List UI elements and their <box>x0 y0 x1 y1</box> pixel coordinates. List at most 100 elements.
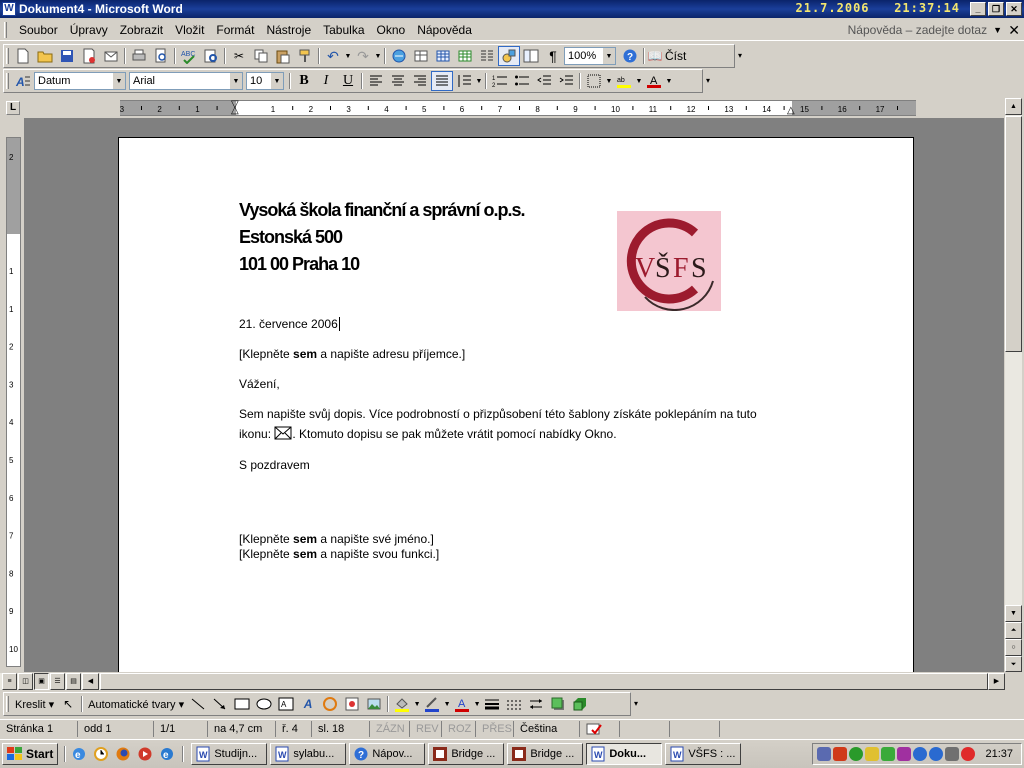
3d-style-icon[interactable] <box>569 694 591 714</box>
recipient-address-placeholder[interactable]: [Klepněte sem a napište adresu příjemce.… <box>239 347 465 361</box>
vertical-ruler[interactable]: 211234567891011 <box>6 137 21 667</box>
task-sylabus[interactable]: Wsylabu... <box>270 743 347 765</box>
columns-icon[interactable] <box>476 46 498 66</box>
zoom-dropdown-icon[interactable]: ▼ <box>603 48 615 64</box>
borders-dropdown-icon[interactable]: ▼ <box>605 78 613 85</box>
oval-icon[interactable] <box>253 694 275 714</box>
task-napoveda[interactable]: ? Nápov... <box>349 743 426 765</box>
toolbar-grip[interactable] <box>6 696 9 712</box>
insert-picture-icon[interactable] <box>363 694 385 714</box>
hanging-indent-marker[interactable]: △ <box>231 106 239 116</box>
cut-icon[interactable]: ✂ <box>228 46 250 66</box>
tray-app-icon[interactable] <box>881 747 895 761</box>
styles-pane-icon[interactable]: A <box>12 71 34 91</box>
status-overtype[interactable]: PŘES <box>476 721 514 737</box>
tray-clock[interactable]: 21:37 <box>985 748 1013 760</box>
read-mode-label[interactable]: Číst <box>665 49 686 63</box>
menu-upravy[interactable]: Úpravy <box>64 23 114 37</box>
document-close-icon[interactable]: ✕ <box>1008 22 1020 39</box>
quicklaunch-firefox-icon[interactable] <box>112 744 134 764</box>
help-icon[interactable]: ? <box>619 46 641 66</box>
diagram-icon[interactable] <box>319 694 341 714</box>
paste-icon[interactable] <box>272 46 294 66</box>
letter-date[interactable]: 21. července 2006 <box>239 317 340 331</box>
start-button[interactable]: Start <box>2 743 59 765</box>
arrow-icon[interactable] <box>209 694 231 714</box>
menu-vlozit[interactable]: Vložit <box>169 23 210 37</box>
save-icon[interactable] <box>56 46 78 66</box>
task-bridge-1[interactable]: Bridge ... <box>428 743 505 765</box>
menu-format[interactable]: Formát <box>210 23 260 37</box>
insert-table-icon[interactable] <box>432 46 454 66</box>
scroll-right-icon[interactable]: ▶ <box>988 673 1005 690</box>
font-color-dropdown-icon[interactable]: ▼ <box>665 78 673 85</box>
status-record-macro[interactable]: ZÁZN <box>370 721 410 737</box>
undo-dropdown-icon[interactable]: ▼ <box>344 53 352 60</box>
email-document-icon[interactable] <box>100 46 122 66</box>
menu-nastroje[interactable]: Nástroje <box>260 23 317 37</box>
shadow-style-icon[interactable] <box>547 694 569 714</box>
body-line-2[interactable]: ikonu: . Ktomuto dopisu se pak můžete vr… <box>239 426 617 441</box>
tray-volume-icon[interactable] <box>945 747 959 761</box>
fill-color-icon[interactable] <box>391 694 413 714</box>
draw-font-color-dropdown-icon[interactable]: ▼ <box>473 701 481 708</box>
status-column[interactable]: sl. 18 <box>312 721 370 737</box>
status-page[interactable]: Stránka 1 <box>0 721 78 737</box>
dash-style-icon[interactable] <box>503 694 525 714</box>
sender-name-placeholder[interactable]: [Klepněte sem a napište své jméno.] <box>239 532 434 546</box>
scroll-left-icon[interactable]: ◀ <box>82 673 99 690</box>
select-objects-icon[interactable]: ↖ <box>57 694 79 714</box>
closing[interactable]: S pozdravem <box>239 458 310 472</box>
horizontal-scroll-thumb[interactable] <box>100 673 988 690</box>
rectangle-icon[interactable] <box>231 694 253 714</box>
sender-function-placeholder[interactable]: [Klepněte sem a napište svou funkci.] <box>239 547 439 561</box>
help-query-box[interactable]: Nápověda – zadejte dotaz ▼ <box>848 23 1002 37</box>
decrease-indent-icon[interactable] <box>533 71 555 91</box>
scroll-up-icon[interactable]: ▲ <box>1005 98 1022 115</box>
style-combo[interactable]: Datum ▼ <box>34 72 126 90</box>
tray-network-icon[interactable] <box>817 747 831 761</box>
format-painter-icon[interactable] <box>294 46 316 66</box>
quicklaunch-clock-icon[interactable] <box>90 744 112 764</box>
numbering-icon[interactable]: 12 <box>489 71 511 91</box>
outline-view-icon[interactable]: ☰ <box>50 673 65 690</box>
previous-page-icon[interactable]: ⏶ <box>1005 622 1022 639</box>
salutation[interactable]: Vážení, <box>239 377 280 391</box>
line-style-icon[interactable] <box>481 694 503 714</box>
fill-color-dropdown-icon[interactable]: ▼ <box>413 701 421 708</box>
align-center-icon[interactable] <box>387 71 409 91</box>
tray-update-icon[interactable] <box>929 747 943 761</box>
status-line[interactable]: ř. 4 <box>276 721 312 737</box>
line-spacing-icon[interactable] <box>453 71 475 91</box>
quicklaunch-ie-icon[interactable]: e <box>68 744 90 764</box>
style-dropdown-icon[interactable]: ▼ <box>113 73 125 89</box>
draw-font-color-icon[interactable]: A <box>451 694 473 714</box>
underline-icon[interactable]: U <box>337 71 359 91</box>
tables-borders-icon[interactable] <box>410 46 432 66</box>
quicklaunch-media-icon[interactable] <box>134 744 156 764</box>
restore-button[interactable]: ❐ <box>988 2 1004 16</box>
line-icon[interactable] <box>187 694 209 714</box>
hyperlink-icon[interactable] <box>388 46 410 66</box>
envelope-icon[interactable] <box>274 426 292 441</box>
word-app-icon[interactable]: W <box>2 2 16 16</box>
right-indent-marker[interactable]: △ <box>787 106 795 116</box>
justify-icon[interactable] <box>431 71 453 91</box>
font-size-combo[interactable]: 10 ▼ <box>246 72 284 90</box>
redo-dropdown-icon[interactable]: ▼ <box>374 53 382 60</box>
font-combo[interactable]: Arial ▼ <box>129 72 243 90</box>
horizontal-scrollbar[interactable]: ≡ ◫ ▣ ☰ ▤ ◀ ▶ <box>0 673 1005 690</box>
spelling-status-icon[interactable] <box>580 721 620 737</box>
new-document-icon[interactable] <box>12 46 34 66</box>
read-mode-icon[interactable]: 📖 <box>647 46 663 66</box>
quicklaunch-ie2-icon[interactable]: e <box>156 744 178 764</box>
task-vsfs[interactable]: W VŠFS : ... <box>665 743 742 765</box>
font-color-icon[interactable]: A <box>643 71 665 91</box>
status-language[interactable]: Čeština <box>514 721 580 737</box>
increase-indent-icon[interactable] <box>555 71 577 91</box>
print-icon[interactable] <box>128 46 150 66</box>
scroll-down-icon[interactable]: ▼ <box>1005 605 1022 622</box>
menu-soubor[interactable]: Soubor <box>13 23 64 37</box>
next-page-icon[interactable]: ⏷ <box>1005 656 1022 672</box>
italic-icon[interactable]: I <box>315 71 337 91</box>
